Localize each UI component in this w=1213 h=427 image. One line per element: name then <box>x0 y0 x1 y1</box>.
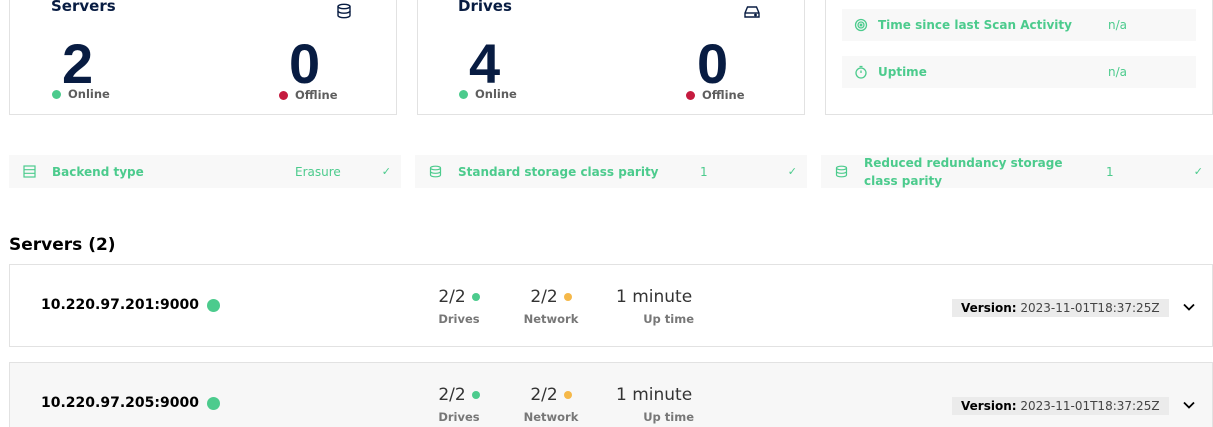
server-row[interactable]: 10.220.97.205:9000 2/2 Drives 2/2 Networ… <box>9 362 1213 427</box>
standard-parity-value: 1 <box>700 164 708 179</box>
server-endpoint: 10.220.97.201:9000 <box>41 297 220 313</box>
drives-status-dot <box>471 391 480 399</box>
backend-icon <box>23 165 36 178</box>
server-online-dot <box>206 298 220 312</box>
drives-offline-count: 0 <box>697 32 729 95</box>
network-status-dot <box>563 391 572 399</box>
server-uptime-metric: 1 minute Up time <box>616 287 694 326</box>
server-network-metric: 2/2 Network <box>523 385 579 424</box>
server-network-metric: 2/2 Network <box>523 287 579 326</box>
drives-online-count: 4 <box>469 32 501 95</box>
scan-activity-label: Time since last Scan Activity <box>878 18 1072 32</box>
check-icon: ✓ <box>1193 165 1203 178</box>
uptime-value: n/a <box>1108 65 1128 79</box>
reduced-redundancy-parity-value: 1 <box>1106 164 1114 179</box>
servers-card-title: Servers <box>51 0 116 15</box>
backend-type-item: Backend type Erasure ✓ <box>9 155 401 188</box>
server-endpoint: 10.220.97.205:9000 <box>41 395 220 411</box>
drives-status-dot <box>471 293 480 301</box>
database-icon <box>337 3 351 19</box>
server-online-dot <box>206 396 220 410</box>
drives-online-label: Online <box>459 87 517 101</box>
network-status-dot <box>563 293 572 301</box>
server-drives-metric: 2/2 Drives <box>438 385 480 424</box>
check-icon: ✓ <box>787 165 797 178</box>
backend-type-label: Backend type <box>52 164 144 179</box>
server-uptime-metric: 1 minute Up time <box>616 385 694 424</box>
chevron-down-icon[interactable] <box>1182 300 1196 314</box>
scan-activity-row: Time since last Scan Activity n/a <box>842 9 1196 41</box>
servers-card: Servers 2 Online 0 Offline <box>9 0 397 115</box>
online-status-dot <box>52 89 61 99</box>
server-drives-metric: 2/2 Drives <box>438 287 480 326</box>
scan-activity-icon <box>854 18 868 32</box>
backend-type-value: Erasure <box>295 164 341 179</box>
servers-offline-label: Offline <box>279 88 338 102</box>
scan-activity-value: n/a <box>1108 18 1128 32</box>
server-version-badge: Version: 2023-11-01T18:37:25Z <box>952 299 1169 317</box>
drives-offline-label: Offline <box>686 88 745 102</box>
hard-drive-icon <box>744 6 760 18</box>
standard-parity-item: Standard storage class parity 1 ✓ <box>415 155 807 188</box>
storage-class-icon <box>835 165 848 178</box>
check-icon: ✓ <box>381 165 391 178</box>
servers-offline-count: 0 <box>289 32 321 95</box>
drives-card: Drives 4 Online 0 Offline <box>417 0 805 115</box>
drives-card-title: Drives <box>458 0 512 15</box>
reduced-redundancy-parity-label: Reduced redundancy storage class parity <box>864 155 1063 188</box>
activity-card: Time since last Scan Activity n/a Uptime… <box>825 0 1213 115</box>
chevron-down-icon[interactable] <box>1182 398 1196 412</box>
offline-status-dot <box>686 90 695 100</box>
servers-online-label: Online <box>52 87 110 101</box>
offline-status-dot <box>279 90 288 100</box>
uptime-icon <box>855 65 867 79</box>
uptime-label: Uptime <box>878 65 927 79</box>
online-status-dot <box>459 89 468 99</box>
reduced-redundancy-parity-item: Reduced redundancy storage class parity … <box>821 155 1213 188</box>
storage-class-icon <box>429 165 442 178</box>
server-row[interactable]: 10.220.97.201:9000 2/2 Drives 2/2 Networ… <box>9 264 1213 347</box>
uptime-row: Uptime n/a <box>842 56 1196 88</box>
standard-parity-label: Standard storage class parity <box>458 164 659 179</box>
servers-section-title: Servers (2) <box>9 235 116 255</box>
server-version-badge: Version: 2023-11-01T18:37:25Z <box>952 397 1169 415</box>
servers-online-count: 2 <box>62 32 94 95</box>
